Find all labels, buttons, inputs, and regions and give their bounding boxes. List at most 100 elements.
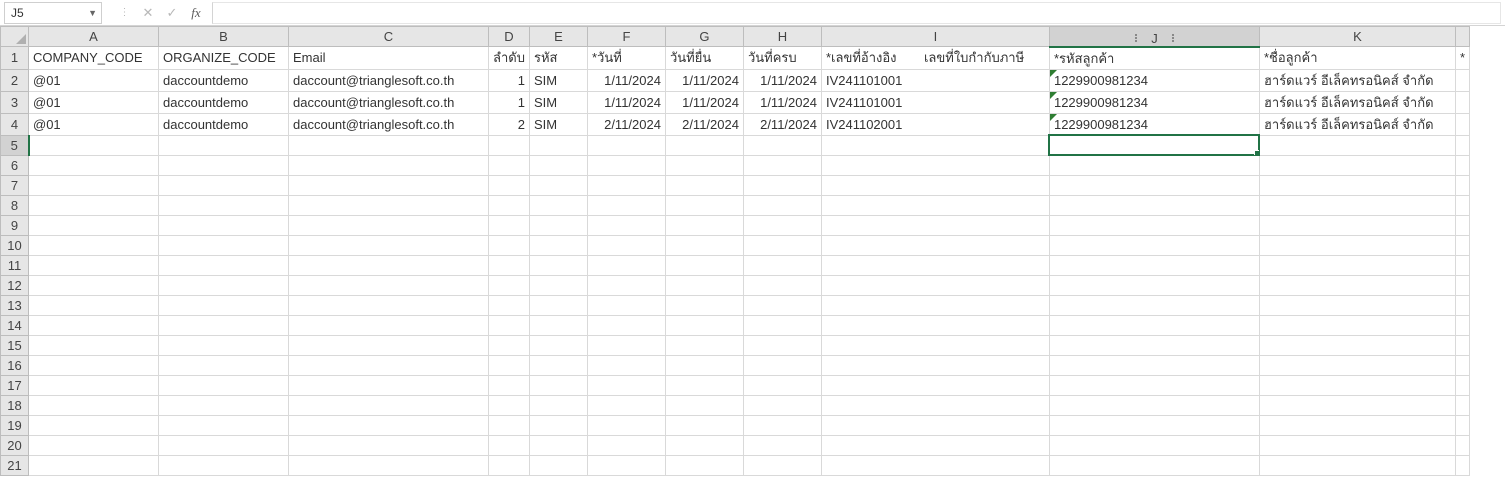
- cell-C9[interactable]: [289, 215, 489, 235]
- cell-I7[interactable]: [821, 175, 1049, 195]
- cell-D5[interactable]: [489, 135, 530, 155]
- cell-H3[interactable]: 1/11/2024: [743, 91, 821, 113]
- cell-E13[interactable]: [529, 295, 587, 315]
- cell-E1[interactable]: รหัส: [529, 47, 587, 70]
- cell-J5[interactable]: [1049, 135, 1259, 155]
- column-header-C[interactable]: C: [289, 27, 489, 47]
- row-header-17[interactable]: 17: [1, 375, 29, 395]
- cell-K2[interactable]: ฮาร์ดแวร์ อีเล็คทรอนิคส์ จำกัด: [1259, 69, 1455, 91]
- cell-C2[interactable]: daccount@trianglesoft.co.th: [289, 69, 489, 91]
- cell-C20[interactable]: [289, 435, 489, 455]
- cell-F20[interactable]: [587, 435, 665, 455]
- row-header-15[interactable]: 15: [1, 335, 29, 355]
- cell-J17[interactable]: [1049, 375, 1259, 395]
- cell-F10[interactable]: [587, 235, 665, 255]
- column-header-G[interactable]: G: [665, 27, 743, 47]
- cell-C21[interactable]: [289, 455, 489, 475]
- cell-F13[interactable]: [587, 295, 665, 315]
- cell-F14[interactable]: [587, 315, 665, 335]
- cell-A3[interactable]: @01: [29, 91, 159, 113]
- cell-D20[interactable]: [489, 435, 530, 455]
- cell-E9[interactable]: [529, 215, 587, 235]
- column-header-K[interactable]: K: [1259, 27, 1455, 47]
- cell-B2[interactable]: daccountdemo: [159, 69, 289, 91]
- cell-G6[interactable]: [665, 155, 743, 175]
- column-header-F[interactable]: F: [587, 27, 665, 47]
- cell-A6[interactable]: [29, 155, 159, 175]
- cell-G20[interactable]: [665, 435, 743, 455]
- row-header-19[interactable]: 19: [1, 415, 29, 435]
- column-header-E[interactable]: E: [529, 27, 587, 47]
- cell-next-6[interactable]: [1455, 155, 1469, 175]
- column-header-H[interactable]: H: [743, 27, 821, 47]
- cell-K11[interactable]: [1259, 255, 1455, 275]
- cell-G21[interactable]: [665, 455, 743, 475]
- cell-H17[interactable]: [743, 375, 821, 395]
- cell-K3[interactable]: ฮาร์ดแวร์ อีเล็คทรอนิคส์ จำกัด: [1259, 91, 1455, 113]
- cell-F19[interactable]: [587, 415, 665, 435]
- cell-A4[interactable]: @01: [29, 113, 159, 135]
- cell-G4[interactable]: 2/11/2024: [665, 113, 743, 135]
- cell-I18[interactable]: [821, 395, 1049, 415]
- cell-D1[interactable]: ลำดับ: [489, 47, 530, 70]
- cell-A2[interactable]: @01: [29, 69, 159, 91]
- cell-I8[interactable]: [821, 195, 1049, 215]
- cell-H19[interactable]: [743, 415, 821, 435]
- cell-E14[interactable]: [529, 315, 587, 335]
- cell-D9[interactable]: [489, 215, 530, 235]
- cell-G19[interactable]: [665, 415, 743, 435]
- cell-B4[interactable]: daccountdemo: [159, 113, 289, 135]
- cell-C16[interactable]: [289, 355, 489, 375]
- cell-G18[interactable]: [665, 395, 743, 415]
- cell-E17[interactable]: [529, 375, 587, 395]
- cell-next-8[interactable]: [1455, 195, 1469, 215]
- cell-H13[interactable]: [743, 295, 821, 315]
- cell-next-2[interactable]: [1455, 69, 1469, 91]
- cell-I16[interactable]: [821, 355, 1049, 375]
- cell-K1[interactable]: *ชื่อลูกค้า: [1259, 47, 1455, 70]
- cancel-icon[interactable]: ✕: [136, 2, 160, 24]
- cell-D8[interactable]: [489, 195, 530, 215]
- cell-next-19[interactable]: [1455, 415, 1469, 435]
- row-header-5[interactable]: 5: [1, 135, 29, 155]
- cell-F15[interactable]: [587, 335, 665, 355]
- cell-C4[interactable]: daccount@trianglesoft.co.th: [289, 113, 489, 135]
- cell-J13[interactable]: [1049, 295, 1259, 315]
- cell-B10[interactable]: [159, 235, 289, 255]
- cell-E11[interactable]: [529, 255, 587, 275]
- cell-I5[interactable]: [821, 135, 1049, 155]
- cell-K19[interactable]: [1259, 415, 1455, 435]
- cell-next-4[interactable]: [1455, 113, 1469, 135]
- cell-C13[interactable]: [289, 295, 489, 315]
- row-header-10[interactable]: 10: [1, 235, 29, 255]
- cell-H20[interactable]: [743, 435, 821, 455]
- cell-J14[interactable]: [1049, 315, 1259, 335]
- cell-J20[interactable]: [1049, 435, 1259, 455]
- cell-B15[interactable]: [159, 335, 289, 355]
- cell-E8[interactable]: [529, 195, 587, 215]
- row-header-13[interactable]: 13: [1, 295, 29, 315]
- cell-G3[interactable]: 1/11/2024: [665, 91, 743, 113]
- cell-next-1[interactable]: *: [1455, 47, 1469, 70]
- cell-F2[interactable]: 1/11/2024: [587, 69, 665, 91]
- cell-next-9[interactable]: [1455, 215, 1469, 235]
- cell-next-21[interactable]: [1455, 455, 1469, 475]
- cell-J9[interactable]: [1049, 215, 1259, 235]
- row-header-3[interactable]: 3: [1, 91, 29, 113]
- cell-J2[interactable]: 1229900981234: [1049, 69, 1259, 91]
- cell-A5[interactable]: [29, 135, 159, 155]
- cell-H11[interactable]: [743, 255, 821, 275]
- cell-next-12[interactable]: [1455, 275, 1469, 295]
- cell-J15[interactable]: [1049, 335, 1259, 355]
- cell-E5[interactable]: [529, 135, 587, 155]
- cell-D17[interactable]: [489, 375, 530, 395]
- cell-K21[interactable]: [1259, 455, 1455, 475]
- cell-B12[interactable]: [159, 275, 289, 295]
- cell-I9[interactable]: [821, 215, 1049, 235]
- cell-G11[interactable]: [665, 255, 743, 275]
- cell-H14[interactable]: [743, 315, 821, 335]
- cell-F1[interactable]: *วันที่: [587, 47, 665, 70]
- cell-next-13[interactable]: [1455, 295, 1469, 315]
- cell-K20[interactable]: [1259, 435, 1455, 455]
- cell-E16[interactable]: [529, 355, 587, 375]
